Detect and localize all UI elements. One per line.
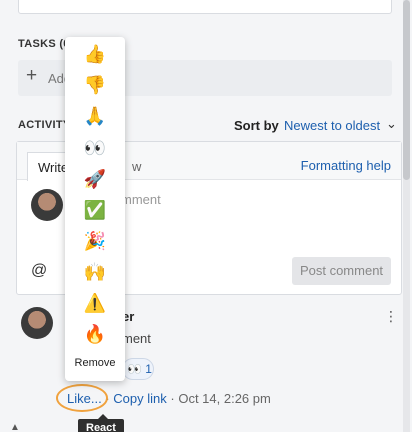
highlight-ring — [56, 384, 108, 412]
remove-reaction-button[interactable]: Remove — [65, 357, 125, 369]
sort-order-select[interactable]: Newest to oldest — [284, 118, 380, 133]
tab-preview[interactable]: w — [132, 159, 141, 174]
scrollbar-thumb[interactable] — [403, 0, 410, 180]
folded-hands-icon[interactable]: 🙏 — [65, 101, 125, 131]
fire-icon[interactable]: 🔥 — [65, 319, 125, 349]
rocket-icon[interactable]: 🚀 — [65, 164, 125, 194]
sort-by-label: Sort by — [234, 118, 279, 133]
react-tooltip: React — [78, 419, 124, 432]
check-mark-icon[interactable]: ✅ — [65, 195, 125, 225]
thumbs-down-icon[interactable]: 👎 — [65, 70, 125, 100]
plus-icon: + — [26, 65, 38, 86]
comment-timestamp: Oct 14, 2:26 pm — [178, 391, 271, 406]
eyes-icon: 👀 — [127, 362, 142, 376]
party-popper-icon[interactable]: 🎉 — [65, 226, 125, 256]
activity-heading: ACTIVITY — [18, 119, 71, 131]
description-field[interactable] — [18, 0, 392, 14]
caret-up-icon: ▲ — [10, 422, 20, 432]
warning-icon[interactable]: ⚠️ — [65, 288, 125, 318]
reaction-count: 1 — [145, 362, 152, 376]
copy-link-button[interactable]: Copy link — [113, 391, 166, 406]
mention-icon[interactable]: @ — [31, 262, 47, 280]
raised-hands-icon[interactable]: 🙌 — [65, 257, 125, 287]
comment-text: ment — [122, 331, 151, 346]
post-comment-button[interactable]: Post comment — [292, 257, 391, 285]
thumbs-up-icon[interactable]: 👍 — [65, 39, 125, 69]
avatar — [31, 189, 63, 221]
eyes-icon[interactable]: 👀 — [65, 133, 125, 163]
comment-input[interactable]: mment — [121, 192, 161, 207]
avatar — [21, 307, 53, 339]
chevron-down-icon[interactable]: ⌄ — [386, 116, 397, 132]
separator: · — [170, 391, 175, 406]
more-options-icon[interactable]: ⋮ — [384, 308, 398, 325]
reaction-picker: 👍 👎 🙏 👀 🚀 ✅ 🎉 🙌 ⚠️ 🔥 Remove — [65, 37, 125, 381]
reaction-badge[interactable]: 👀 1 — [122, 358, 154, 380]
formatting-help-link[interactable]: Formatting help — [301, 158, 391, 173]
